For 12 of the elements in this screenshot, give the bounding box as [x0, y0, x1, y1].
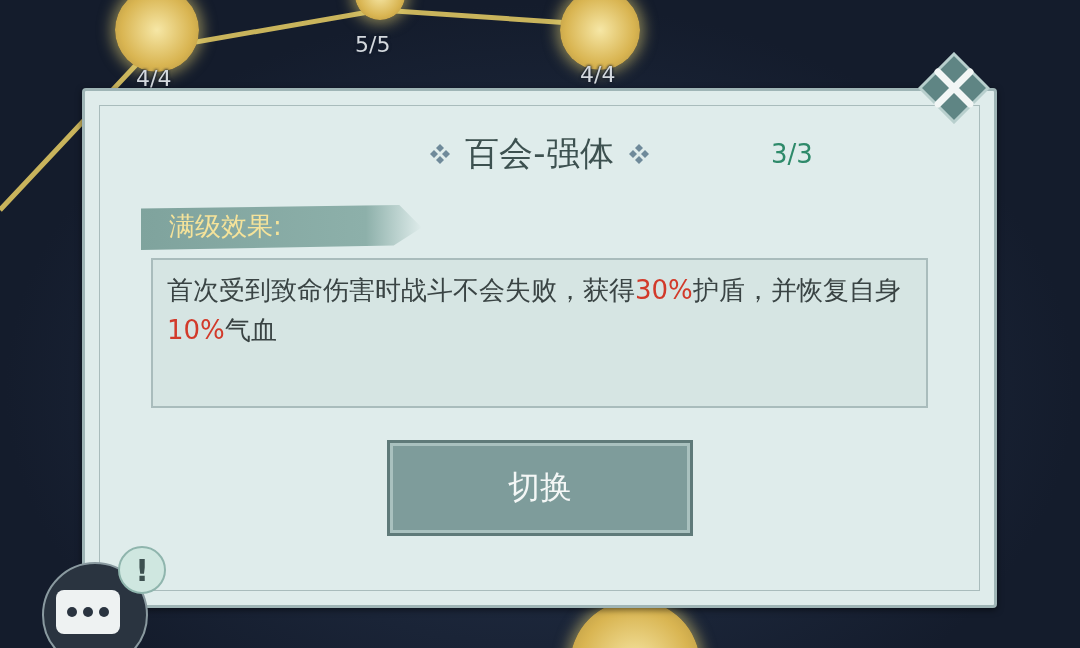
section-label: 满级效果: — [141, 205, 422, 250]
effect-description: 首次受到致命伤害时战斗不会失败，获得30%护盾，并恢复自身 10%气血 — [151, 258, 928, 408]
dialog-title: 百会-强体 — [465, 132, 614, 175]
close-icon[interactable] — [918, 52, 990, 124]
node-count: 4/4 — [580, 62, 616, 87]
rank-count: 3/3 — [771, 139, 813, 169]
diamond-ornament-icon — [429, 143, 452, 165]
node-count: 4/4 — [136, 66, 172, 91]
glowing-node[interactable] — [115, 0, 199, 72]
node-count: 5/5 — [355, 32, 391, 57]
diamond-ornament-icon — [627, 143, 650, 165]
chat-bubble-icon[interactable] — [40, 560, 150, 648]
